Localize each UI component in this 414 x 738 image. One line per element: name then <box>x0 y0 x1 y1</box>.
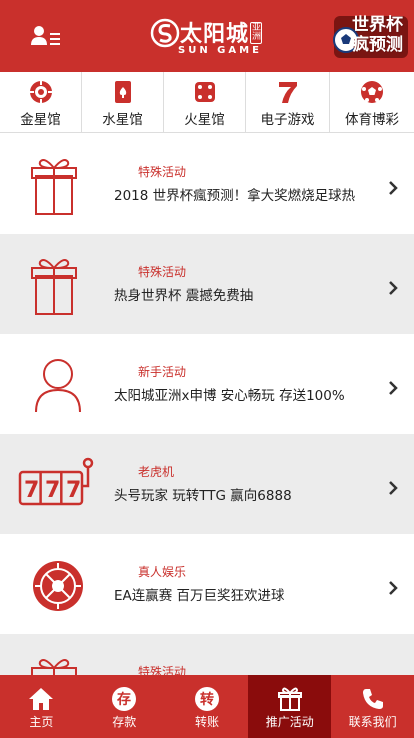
tab-label: 转账 <box>194 715 219 729</box>
user-icon <box>16 356 100 416</box>
dice-icon <box>194 82 215 102</box>
promotion-item[interactable]: 真人娱乐 EA连赢赛 百万巨奖狂欢进球 <box>0 534 414 634</box>
app-header: 太阳城 亚洲 SUN GAME 世界杯 疯预测 <box>0 0 414 72</box>
category-sports-betting[interactable]: 体育博彩 <box>330 72 414 133</box>
category-label: 体育博彩 <box>345 112 399 128</box>
phone-icon <box>362 689 383 709</box>
bottom-tab-bar: 主页 存 存款 转 转账 推广活动 联系我们 <box>0 675 414 738</box>
promo-line-2: 疯预测 <box>352 35 403 55</box>
roulette-chip-icon <box>29 81 52 103</box>
promotion-tag: 真人娱乐 <box>138 565 187 579</box>
promotion-title: 头号玩家 玩转TTG 赢向6888 <box>114 488 292 504</box>
logo-chinese-name: 太阳城 <box>180 21 250 47</box>
sun-logo-icon <box>150 18 180 48</box>
category-electronic-games[interactable]: 电子游戏 <box>246 72 330 133</box>
deposit-icon: 存 <box>112 687 137 711</box>
promotion-item[interactable]: 新手活动 太阳城亚洲x申博 安心畅玩 存送100% <box>0 334 414 434</box>
transfer-icon: 转 <box>194 687 219 711</box>
tab-label: 主页 <box>29 715 54 729</box>
category-label: 电子游戏 <box>260 112 315 128</box>
chevron-right-icon <box>389 481 398 495</box>
chevron-right-icon <box>389 381 398 395</box>
playing-card-icon <box>114 81 131 103</box>
gift-icon <box>16 156 100 216</box>
user-menu-icon[interactable] <box>30 24 64 48</box>
promotion-title: 2018 世界杯瘋预测！拿大奖燃烧足球热 <box>114 188 356 204</box>
tab-transfer[interactable]: 转 转账 <box>166 675 249 738</box>
promotion-title: 热身世界杯 震撼免费抽 <box>114 288 254 304</box>
chevron-right-icon <box>389 181 398 195</box>
transfer-glyph: 转 <box>200 691 214 708</box>
chevron-right-icon <box>389 581 398 595</box>
tab-label: 推广活动 <box>265 715 314 729</box>
promo-title: 世界杯 疯预测 <box>352 15 403 55</box>
promo-line-1: 世界杯 <box>352 15 403 35</box>
deposit-glyph: 存 <box>117 691 131 708</box>
home-icon <box>29 688 54 710</box>
tab-deposit[interactable]: 存 存款 <box>83 675 166 738</box>
promotion-list: 特殊活动 2018 世界杯瘋预测！拿大奖燃烧足球热 特殊活动 热身世界杯 震撼免… <box>0 134 414 734</box>
tab-label: 联系我们 <box>348 715 397 729</box>
category-label: 水星馆 <box>102 112 143 128</box>
roulette-icon <box>16 556 100 616</box>
slot-machine-icon: 7 7 7 <box>16 456 100 516</box>
category-huoxing[interactable]: 火星馆 <box>164 72 246 133</box>
gift-icon <box>16 256 100 316</box>
chevron-right-icon <box>389 281 398 295</box>
category-label: 火星馆 <box>184 112 225 128</box>
category-jinxing[interactable]: 金星馆 <box>0 72 82 133</box>
category-bar: 金星馆 水星馆 火星馆 电子游戏 体育博彩 <box>0 72 414 133</box>
category-label: 金星馆 <box>20 112 61 128</box>
tab-contact[interactable]: 联系我们 <box>331 675 414 738</box>
tab-home[interactable]: 主页 <box>0 675 83 738</box>
tab-label: 存款 <box>112 715 137 729</box>
brand-logo[interactable]: 太阳城 亚洲 SUN GAME <box>150 14 266 60</box>
promotion-title: EA连赢赛 百万巨奖狂欢进球 <box>114 588 285 604</box>
gift-icon <box>277 687 302 711</box>
soccer-ball-icon <box>361 81 383 103</box>
promotion-tag: 特殊活动 <box>138 265 187 279</box>
logo-region-tag: 亚洲 <box>250 22 262 44</box>
promotion-item[interactable]: 特殊活动 热身世界杯 震撼免费抽 <box>0 234 414 334</box>
promotion-item[interactable]: 特殊活动 2018 世界杯瘋预测！拿大奖燃烧足球热 <box>0 134 414 234</box>
logo-english-name: SUN GAME <box>178 45 262 56</box>
promotion-tag: 老虎机 <box>138 465 175 479</box>
svg-text:7: 7 <box>24 478 39 503</box>
promotion-tag: 新手活动 <box>138 365 187 379</box>
promotion-tag: 特殊活动 <box>138 165 187 179</box>
promotion-item[interactable]: 7 7 7 老虎机 头号玩家 玩转TTG 赢向6888 <box>0 434 414 534</box>
promotion-title: 太阳城亚洲x申博 安心畅玩 存送100% <box>114 388 345 404</box>
svg-text:7: 7 <box>66 478 81 503</box>
slot-seven-icon <box>278 82 297 103</box>
svg-text:7: 7 <box>45 478 60 503</box>
category-shuixing[interactable]: 水星馆 <box>82 72 164 133</box>
world-cup-promo-banner[interactable]: 世界杯 疯预测 <box>330 10 410 62</box>
tab-promotions[interactable]: 推广活动 <box>248 675 332 738</box>
